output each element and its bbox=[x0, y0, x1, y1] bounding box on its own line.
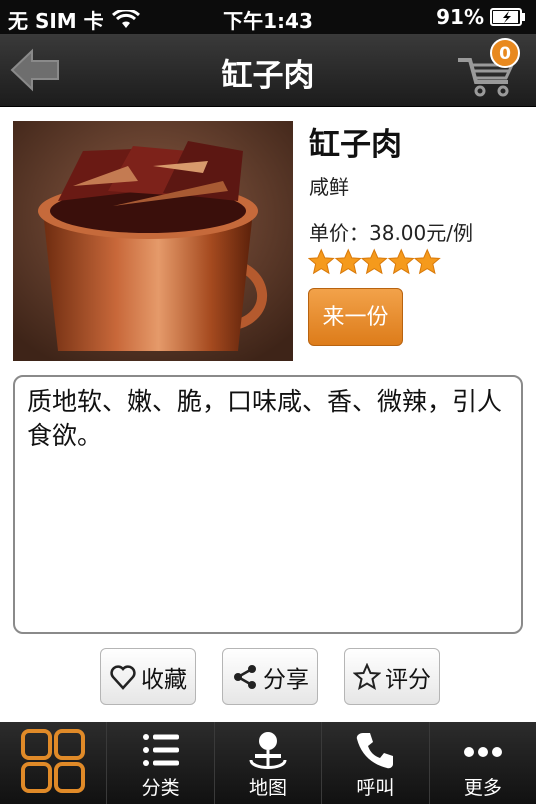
cart-count-badge: 0 bbox=[490, 38, 520, 68]
share-button[interactable]: 分享 bbox=[222, 648, 318, 705]
tab-home[interactable] bbox=[0, 722, 107, 804]
description-text: 质地软、嫩、脆，口味咸、香、微辣，引人食欲。 bbox=[27, 387, 503, 450]
status-bar: 无 SIM 卡 下午1:43 91% bbox=[0, 0, 536, 34]
star-icon bbox=[361, 248, 388, 275]
rate-button[interactable]: 评分 bbox=[344, 648, 440, 705]
tab-more[interactable]: 更多 bbox=[428, 722, 536, 804]
share-icon bbox=[234, 664, 256, 689]
list-icon bbox=[142, 734, 179, 766]
grid-icon bbox=[21, 729, 86, 793]
battery-percent: 91% bbox=[436, 5, 484, 29]
favorite-button[interactable]: 收藏 bbox=[100, 648, 196, 705]
battery-icon bbox=[490, 8, 525, 26]
cart-button[interactable]: 0 bbox=[456, 38, 520, 100]
tab-map[interactable]: 地图 bbox=[213, 722, 322, 804]
dish-photo bbox=[13, 121, 293, 361]
dish-price: 单价：38.00元/例 bbox=[309, 221, 473, 245]
rating-stars bbox=[308, 248, 441, 276]
star-outline-icon bbox=[353, 662, 381, 690]
star-icon bbox=[387, 248, 414, 275]
tab-bar: 分类 地图 呼叫 更多 bbox=[0, 722, 536, 804]
star-icon bbox=[334, 248, 361, 275]
rate-label: 评分 bbox=[385, 666, 431, 693]
tab-label: 更多 bbox=[463, 777, 502, 799]
tab-call[interactable]: 呼叫 bbox=[321, 722, 429, 804]
map-person-icon bbox=[249, 732, 287, 769]
dish-name: 缸子肉 bbox=[309, 127, 402, 163]
dish-description: 质地软、嫩、脆，口味咸、香、微辣，引人食欲。 bbox=[13, 375, 523, 634]
star-icon bbox=[308, 248, 335, 275]
more-icon bbox=[463, 747, 502, 757]
nav-bar: 缸子肉 0 bbox=[0, 34, 536, 107]
share-label: 分享 bbox=[263, 666, 309, 693]
tab-label: 地图 bbox=[249, 777, 288, 799]
order-button[interactable]: 来一份 bbox=[308, 288, 403, 346]
star-icon bbox=[414, 248, 441, 275]
favorite-label: 收藏 bbox=[141, 666, 187, 693]
tab-category[interactable]: 分类 bbox=[106, 722, 214, 804]
phone-icon bbox=[357, 733, 394, 769]
tab-label: 分类 bbox=[141, 777, 180, 799]
dish-taste: 咸鲜 bbox=[309, 175, 349, 199]
heart-icon bbox=[110, 664, 136, 690]
tab-label: 呼叫 bbox=[356, 777, 395, 799]
